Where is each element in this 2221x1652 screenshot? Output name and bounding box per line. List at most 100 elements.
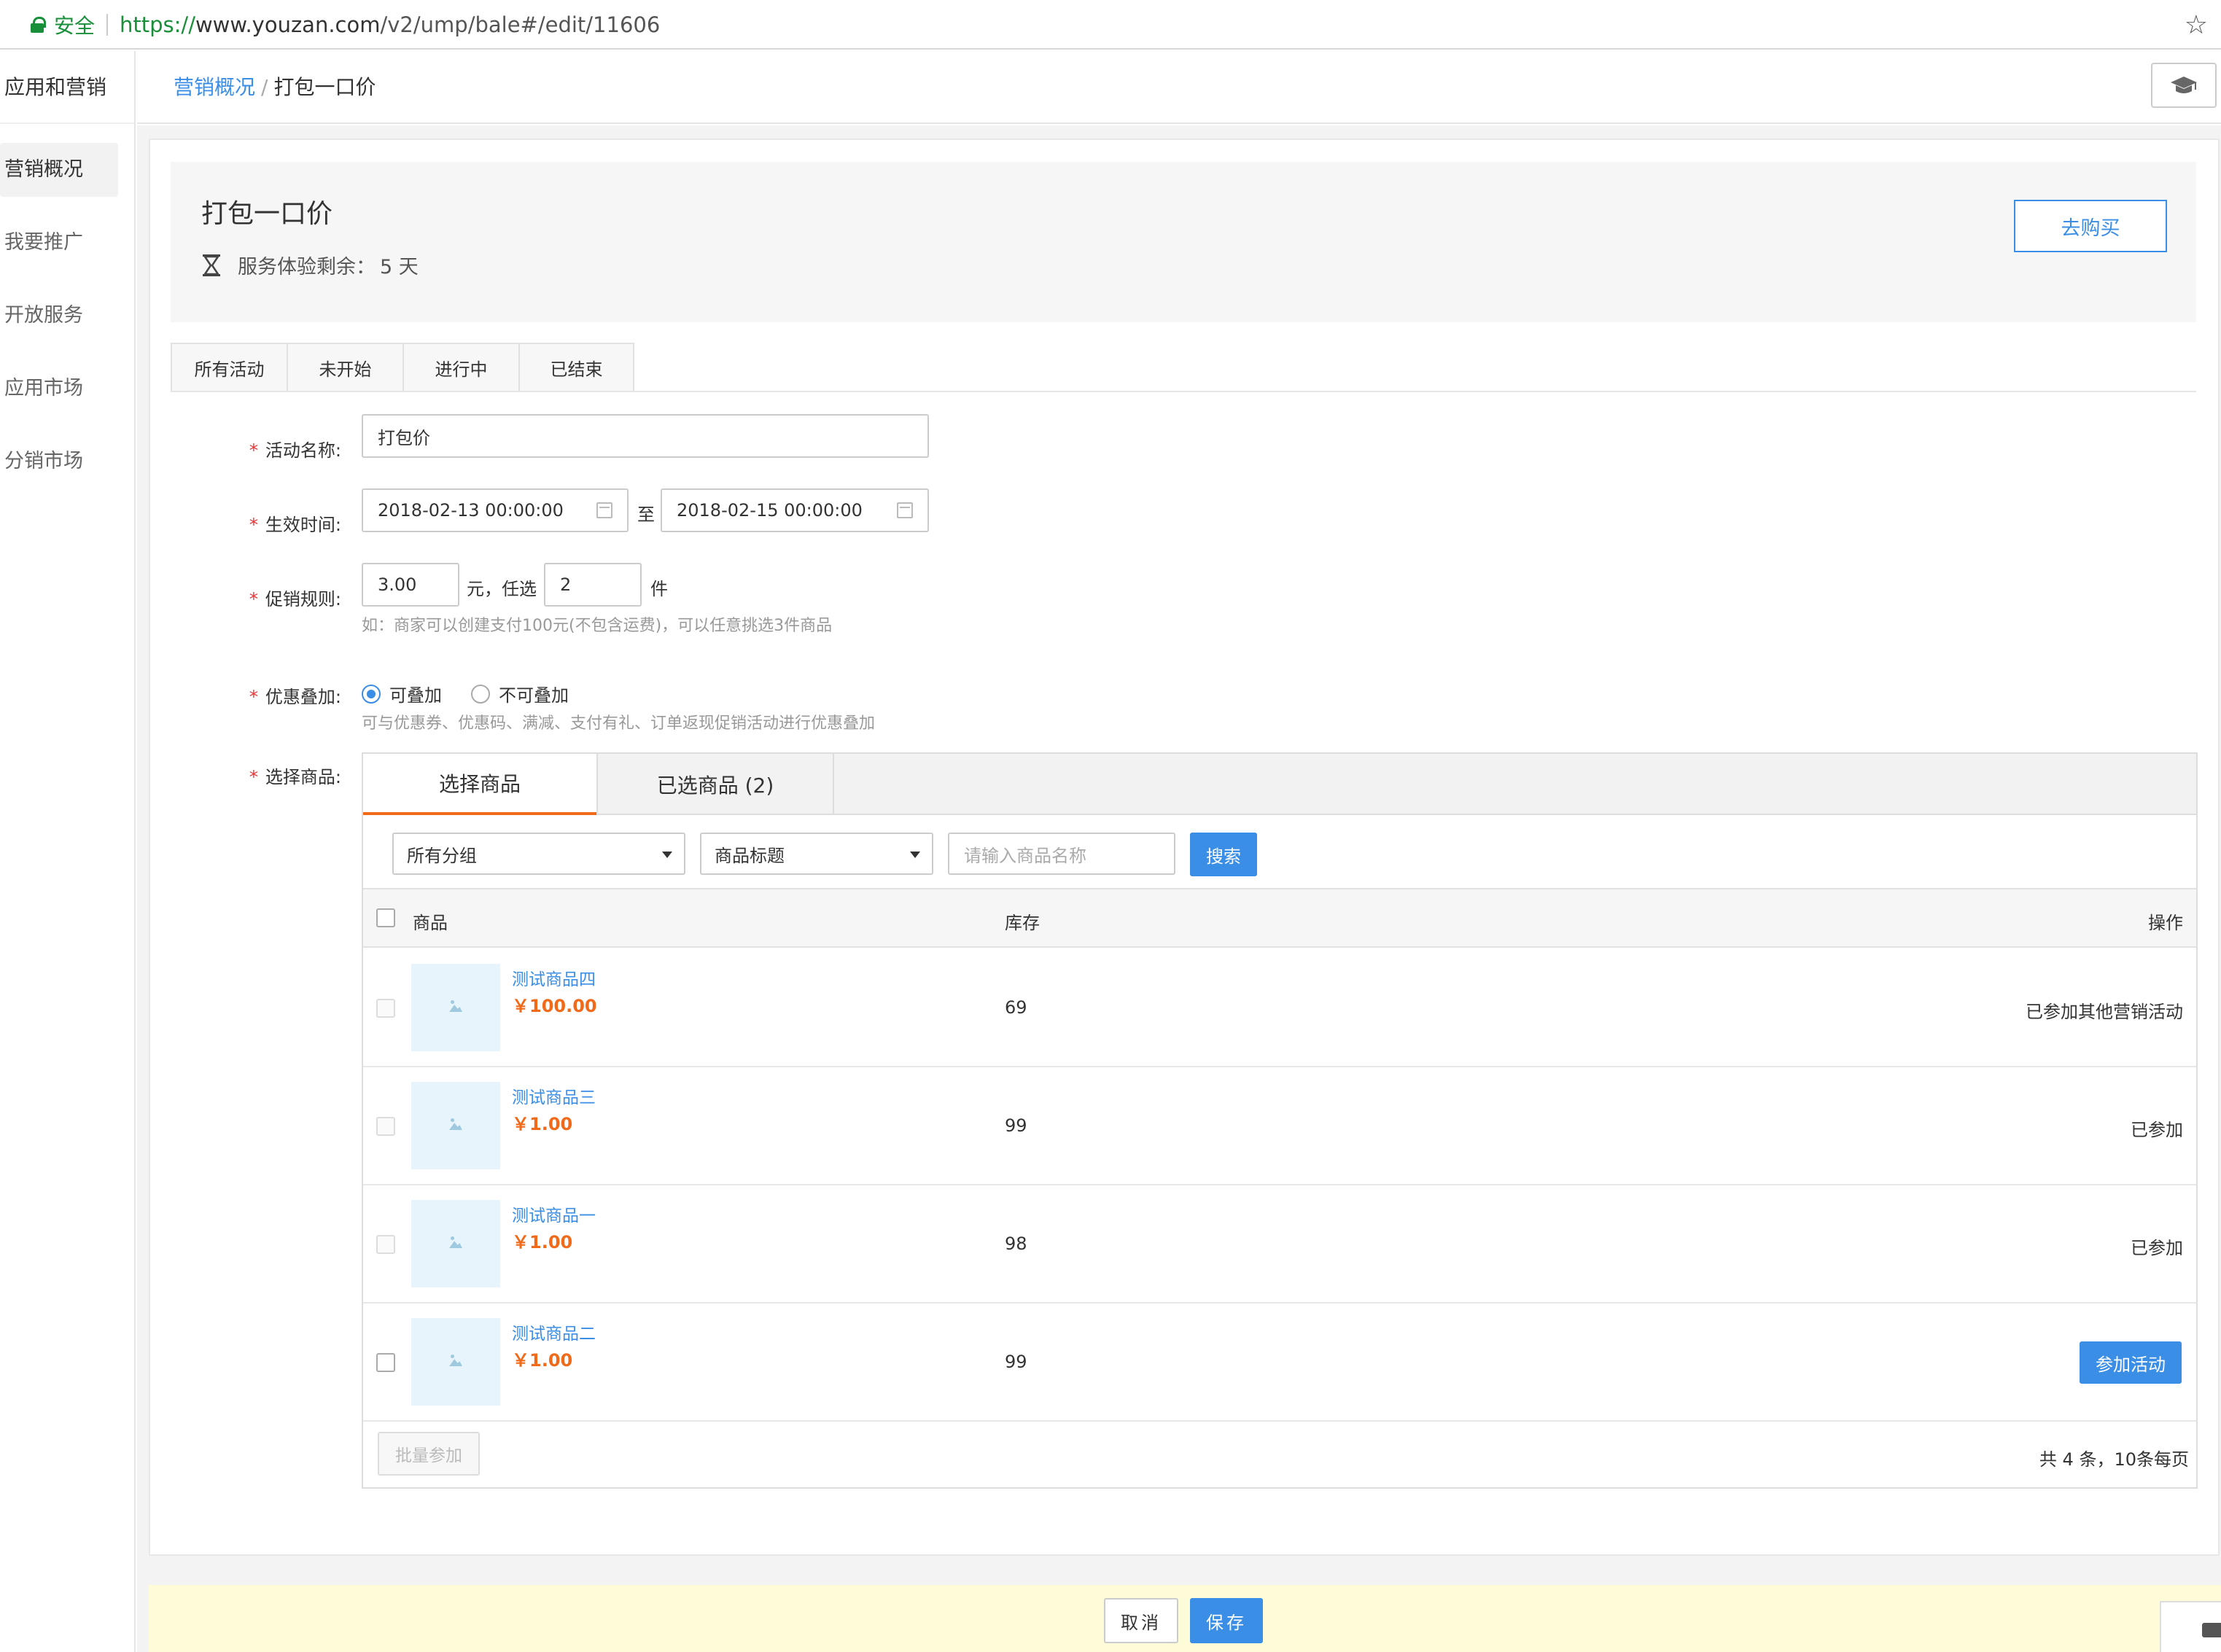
sidebar-item-promote[interactable]: 我要推广 — [0, 216, 118, 270]
plugin-info-box: 打包一口价 服务体验剩余： 5 天 去购买 — [171, 162, 2196, 322]
search-button[interactable]: 搜索 — [1190, 833, 1257, 876]
select-all-checkbox[interactable] — [376, 908, 395, 927]
goods-picker-tabs: 选择商品 已选商品 (2) — [363, 754, 2196, 815]
pagination-info: 共 4 条，10条每页 — [2039, 1449, 2189, 1470]
product-status: 已参加 — [2131, 1120, 2183, 1140]
effective-time-label: * 生效时间: — [249, 515, 341, 535]
table-row: 测试商品一 ￥1.00 98 已参加 — [363, 1185, 2196, 1304]
top-header: 营销概况 / 打包一口价 — [137, 51, 2221, 124]
browser-address-bar[interactable]: 安全 https://www.youzan.com/v2/ump/bale#/e… — [0, 0, 2221, 50]
product-stock: 99 — [1005, 1115, 1027, 1136]
row-checkbox — [376, 999, 395, 1018]
product-price: ￥1.00 — [512, 1114, 573, 1134]
product-status: 已参加其他营销活动 — [2026, 1002, 2183, 1022]
radio-not-stackable[interactable]: 不可叠加 — [471, 681, 569, 706]
item-count-input[interactable]: 2 — [544, 563, 642, 607]
group-select[interactable]: 所有分组 — [392, 833, 685, 875]
price-amount-value: 3.00 — [378, 574, 417, 595]
trial-value: 5 天 — [380, 256, 419, 278]
activity-name-value: 打包价 — [378, 427, 430, 448]
goods-picker: 选择商品 已选商品 (2) 所有分组 商品标题 请输入商品名称 搜索 商品 库存… — [362, 752, 2198, 1489]
join-activity-button[interactable]: 参加活动 — [2080, 1341, 2182, 1384]
activity-status-tabs: 所有活动 未开始 进行中 已结束 — [171, 343, 634, 392]
product-name-link[interactable]: 测试商品一 — [512, 1201, 596, 1226]
product-image-placeholder-icon[interactable] — [411, 1318, 500, 1406]
caret-down-icon — [910, 852, 920, 858]
address-divider — [106, 14, 109, 36]
tab-all-activities[interactable]: 所有活动 — [171, 343, 287, 392]
goods-search-input[interactable]: 请输入商品名称 — [948, 833, 1175, 875]
end-time-input[interactable]: 2018-02-15 00:00:00 — [661, 488, 929, 532]
sidebar-item-distribution-market[interactable]: 分销市场 — [0, 435, 118, 488]
required-mark: * — [249, 515, 258, 535]
discount-stack-label: * 优惠叠加: — [249, 687, 341, 707]
promotion-rule-hint: 如：商家可以创建支付100元(不包含运费)，可以任意挑选3件商品 — [362, 617, 833, 635]
rule-unit-text: 件 — [650, 579, 668, 599]
field-select-value: 商品标题 — [715, 845, 785, 866]
column-stock: 库存 — [1005, 913, 1040, 933]
product-name-link[interactable]: 测试商品二 — [512, 1320, 596, 1344]
rule-mid-text: 元，任选 — [467, 579, 537, 599]
sidebar-item-open-service[interactable]: 开放服务 — [0, 289, 118, 343]
group-select-value: 所有分组 — [407, 845, 477, 866]
url-path: /v2/ump/bale#/edit/11606 — [380, 12, 661, 37]
end-time-value: 2018-02-15 00:00:00 — [677, 500, 863, 521]
url-host: www.youzan.com — [195, 12, 381, 37]
url-text[interactable]: https://www.youzan.com/v2/ump/bale#/edit… — [120, 12, 660, 37]
required-mark: * — [249, 687, 258, 707]
column-product: 商品 — [413, 913, 448, 933]
item-count-value: 2 — [560, 574, 572, 595]
price-amount-input[interactable]: 3.00 — [362, 563, 459, 607]
cancel-button[interactable]: 取消 — [1104, 1598, 1178, 1643]
product-image-placeholder-icon[interactable] — [411, 964, 500, 1051]
secure-label: 安全 — [54, 14, 96, 38]
tab-select-goods[interactable]: 选择商品 — [363, 754, 596, 815]
sidebar-item-marketing-overview[interactable]: 营销概况 — [0, 143, 118, 197]
product-image-placeholder-icon[interactable] — [411, 1082, 500, 1169]
activity-name-input[interactable]: 打包价 — [362, 414, 929, 458]
radio-unselected-icon[interactable] — [471, 684, 490, 704]
tab-selected-goods[interactable]: 已选商品 (2) — [596, 754, 834, 815]
start-time-input[interactable]: 2018-02-13 00:00:00 — [362, 488, 629, 532]
chat-icon — [2202, 1623, 2221, 1637]
buy-button[interactable]: 去购买 — [2014, 200, 2167, 252]
radio-stackable-label: 可叠加 — [389, 685, 442, 706]
product-image-placeholder-icon[interactable] — [411, 1200, 500, 1287]
required-mark: * — [249, 589, 258, 609]
required-mark: * — [249, 767, 258, 787]
hourglass-icon — [203, 254, 220, 276]
table-row: 测试商品四 ￥100.00 69 已参加其他营销活动 — [363, 949, 2196, 1067]
product-name-link[interactable]: 测试商品四 — [512, 965, 596, 990]
action-footer: 取消 保存 — [149, 1585, 2221, 1652]
sidebar: 应用和营销 营销概况 我要推广 开放服务 应用市场 分销市场 — [0, 51, 136, 1652]
product-status: 已参加 — [2131, 1238, 2183, 1258]
table-header: 商品 库存 操作 — [363, 888, 2196, 948]
product-price: ￥100.00 — [512, 996, 597, 1016]
column-action: 操作 — [2148, 913, 2183, 933]
help-button[interactable] — [2151, 63, 2217, 108]
radio-stackable[interactable]: 可叠加 — [362, 681, 442, 706]
select-goods-label: * 选择商品: — [249, 767, 341, 787]
batch-join-button[interactable]: 批量参加 — [378, 1432, 480, 1476]
calendar-icon[interactable] — [596, 502, 612, 518]
tab-not-started[interactable]: 未开始 — [287, 343, 402, 392]
row-checkbox[interactable] — [376, 1353, 395, 1372]
required-mark: * — [249, 440, 258, 461]
plugin-name: 打包一口价 — [201, 199, 333, 229]
tab-ended[interactable]: 已结束 — [518, 343, 634, 392]
tab-in-progress[interactable]: 进行中 — [402, 343, 518, 392]
field-select[interactable]: 商品标题 — [700, 833, 933, 875]
time-range-separator: 至 — [637, 504, 655, 525]
product-price: ￥1.00 — [512, 1232, 573, 1252]
sidebar-item-app-market[interactable]: 应用市场 — [0, 362, 118, 416]
tabs-divider — [171, 391, 2196, 392]
breadcrumb: 营销概况 / 打包一口价 — [174, 51, 376, 124]
chat-widget[interactable] — [2160, 1601, 2221, 1652]
calendar-icon[interactable] — [897, 502, 913, 518]
bookmark-star-icon[interactable]: ☆ — [2185, 10, 2208, 40]
save-button[interactable]: 保存 — [1190, 1598, 1263, 1643]
product-name-link[interactable]: 测试商品三 — [512, 1083, 596, 1108]
breadcrumb-link-overview[interactable]: 营销概况 — [174, 75, 255, 99]
radio-not-stackable-label: 不可叠加 — [499, 685, 569, 706]
radio-selected-icon[interactable] — [362, 684, 381, 704]
